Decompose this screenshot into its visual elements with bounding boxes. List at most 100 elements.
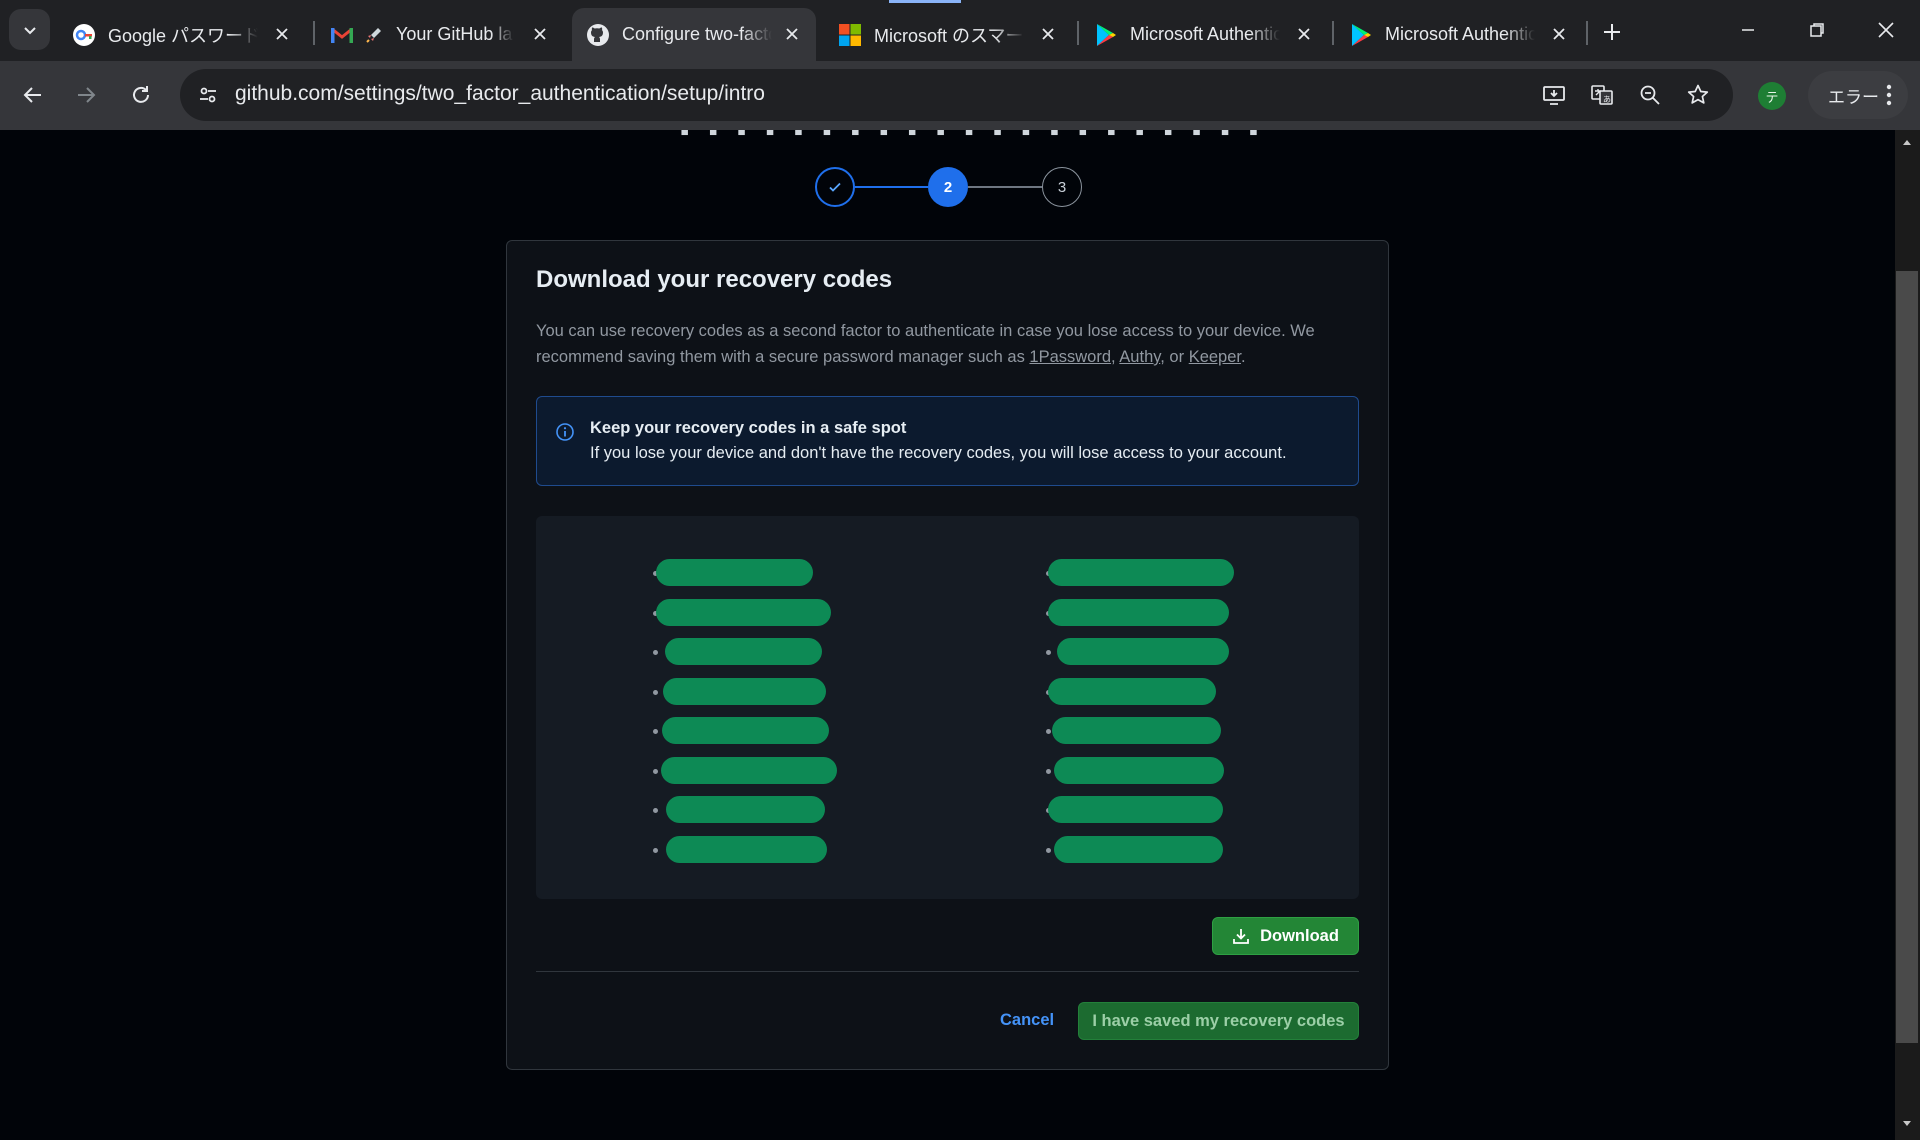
tab-microsoft-authenticator-2[interactable]: Microsoft Authenticator <box>1335 8 1583 61</box>
back-button[interactable] <box>15 77 51 113</box>
close-icon[interactable] <box>782 24 802 44</box>
address-bar[interactable]: github.com/settings/two_factor_authentic… <box>180 69 1733 121</box>
tab-title: Microsoft のスマートフォン <box>874 25 1024 46</box>
google-password-manager-icon <box>72 23 96 47</box>
scroll-down-arrow-icon[interactable] <box>1902 1120 1912 1128</box>
redacted-code <box>1054 756 1224 784</box>
tab-search-button[interactable] <box>9 9 50 50</box>
step-2-current: 2 <box>928 167 968 207</box>
redacted-code <box>1048 598 1229 626</box>
redacted-code <box>1054 835 1223 863</box>
scrollbar-thumb[interactable] <box>1896 271 1918 1043</box>
tab-microsoft-authenticator-1[interactable]: Microsoft Authenticator <box>1080 8 1328 61</box>
tab-separator <box>1332 21 1334 45</box>
redacted-code <box>1048 677 1216 705</box>
list-bullet <box>653 650 658 655</box>
divider <box>536 971 1359 972</box>
page-heading-cut-off: ▪ ▪ ▪ ▪ ▪ ▪ ▪ ▪ ▪ ▪ ▪ ▪ ▪ ▪ ▪ ▪ ▪ ▪ ▪ ▪ … <box>680 130 1260 136</box>
github-icon <box>586 23 610 47</box>
chevron-down-icon <box>23 26 36 34</box>
saved-codes-button[interactable]: I have saved my recovery codes <box>1078 1002 1359 1040</box>
cancel-button[interactable]: Cancel <box>1000 1011 1054 1030</box>
stepper-line <box>968 186 1042 188</box>
more-vert-icon <box>1886 84 1892 106</box>
redacted-code <box>1052 717 1221 744</box>
reload-icon <box>133 86 149 103</box>
list-bullet <box>653 689 658 695</box>
list-bullet <box>653 729 658 734</box>
close-icon[interactable] <box>1549 24 1569 44</box>
redacted-code <box>1057 638 1229 665</box>
card-title: Download your recovery codes <box>536 266 893 293</box>
tab-indicator <box>889 0 961 3</box>
redacted-code <box>656 559 813 586</box>
tab-strip: Google パスワード マネージャー Your GitHub launch c… <box>0 0 1920 61</box>
error-label: エラー <box>1828 87 1879 107</box>
site-settings-icon[interactable] <box>192 79 224 111</box>
reload-button[interactable] <box>123 77 159 113</box>
tab-title: Your GitHub launch code <box>396 24 514 44</box>
step-1-completed <box>815 167 855 207</box>
recovery-codes-list <box>536 516 1359 899</box>
tab-microsoft[interactable]: Microsoft のスマートフォン <box>824 8 1072 61</box>
tab-gmail[interactable]: Your GitHub launch code <box>316 8 564 61</box>
step-3-upcoming: 3 <box>1042 167 1082 207</box>
error-menu-button[interactable]: エラー <box>1808 71 1908 119</box>
list-bullet <box>653 808 658 813</box>
close-icon[interactable] <box>272 24 292 44</box>
redacted-code <box>665 638 822 665</box>
zoom-icon[interactable] <box>1634 79 1666 111</box>
download-button[interactable]: Download <box>1212 917 1359 955</box>
saved-codes-label: I have saved my recovery codes <box>1092 1011 1345 1030</box>
tab-title: Configure two-factor authentication <box>622 24 772 44</box>
safe-spot-notice: Keep your recovery codes in a safe spot … <box>536 396 1359 486</box>
scroll-up-arrow-icon[interactable] <box>1902 138 1912 146</box>
list-bullet <box>1046 650 1051 655</box>
redacted-code <box>662 717 829 744</box>
redacted-code <box>661 756 837 784</box>
minimize-button[interactable] <box>1728 12 1768 48</box>
redacted-code <box>1048 559 1234 586</box>
card-description: You can use recovery codes as a second f… <box>536 318 1336 370</box>
notice-body: If you lose your device and don't have t… <box>590 444 1287 462</box>
tab-configure-2fa[interactable]: Configure two-factor authentication <box>572 8 816 61</box>
recovery-codes-card: Download your recovery codes You can use… <box>506 240 1389 1070</box>
google-play-icon <box>1094 23 1118 47</box>
page-scrollbar[interactable] <box>1895 130 1920 1140</box>
list-bullet <box>653 847 658 853</box>
translate-icon[interactable]: あ <box>1586 79 1618 111</box>
redacted-code <box>1048 796 1223 823</box>
close-icon[interactable] <box>530 24 550 44</box>
link-1password[interactable]: 1Password <box>1029 348 1111 366</box>
svg-text:あ: あ <box>1603 95 1611 104</box>
rocket-icon <box>362 23 386 47</box>
tab-title: Microsoft Authenticator <box>1385 24 1535 44</box>
redacted-code <box>663 677 826 705</box>
list-bullet <box>653 768 658 774</box>
link-keeper[interactable]: Keeper <box>1189 348 1241 366</box>
info-icon <box>556 423 574 441</box>
restore-icon <box>1810 23 1824 37</box>
close-window-button[interactable] <box>1866 12 1906 48</box>
new-tab-button[interactable] <box>1596 16 1628 48</box>
page-viewport: ▪ ▪ ▪ ▪ ▪ ▪ ▪ ▪ ▪ ▪ ▪ ▪ ▪ ▪ ▪ ▪ ▪ ▪ ▪ ▪ … <box>0 130 1895 1140</box>
url-text[interactable]: github.com/settings/two_factor_authentic… <box>235 82 765 106</box>
restore-button[interactable] <box>1797 12 1837 48</box>
list-bullet <box>1046 768 1051 774</box>
tab-separator <box>313 21 315 45</box>
forward-button[interactable] <box>68 77 104 113</box>
close-icon[interactable] <box>1294 24 1314 44</box>
minimize-icon <box>1742 29 1754 31</box>
list-bullet <box>1046 729 1051 734</box>
profile-avatar[interactable]: テ <box>1758 82 1786 110</box>
check-icon <box>829 182 841 192</box>
microsoft-icon <box>838 23 862 47</box>
browser-toolbar: github.com/settings/two_factor_authentic… <box>0 61 1920 130</box>
redacted-code <box>666 835 827 863</box>
link-authy[interactable]: Authy <box>1119 348 1160 366</box>
google-play-icon <box>1349 23 1373 47</box>
install-app-icon[interactable] <box>1538 79 1570 111</box>
close-icon[interactable] <box>1038 24 1058 44</box>
bookmark-star-icon[interactable] <box>1682 79 1714 111</box>
tab-google-password-manager[interactable]: Google パスワード マネージャー <box>58 8 306 61</box>
